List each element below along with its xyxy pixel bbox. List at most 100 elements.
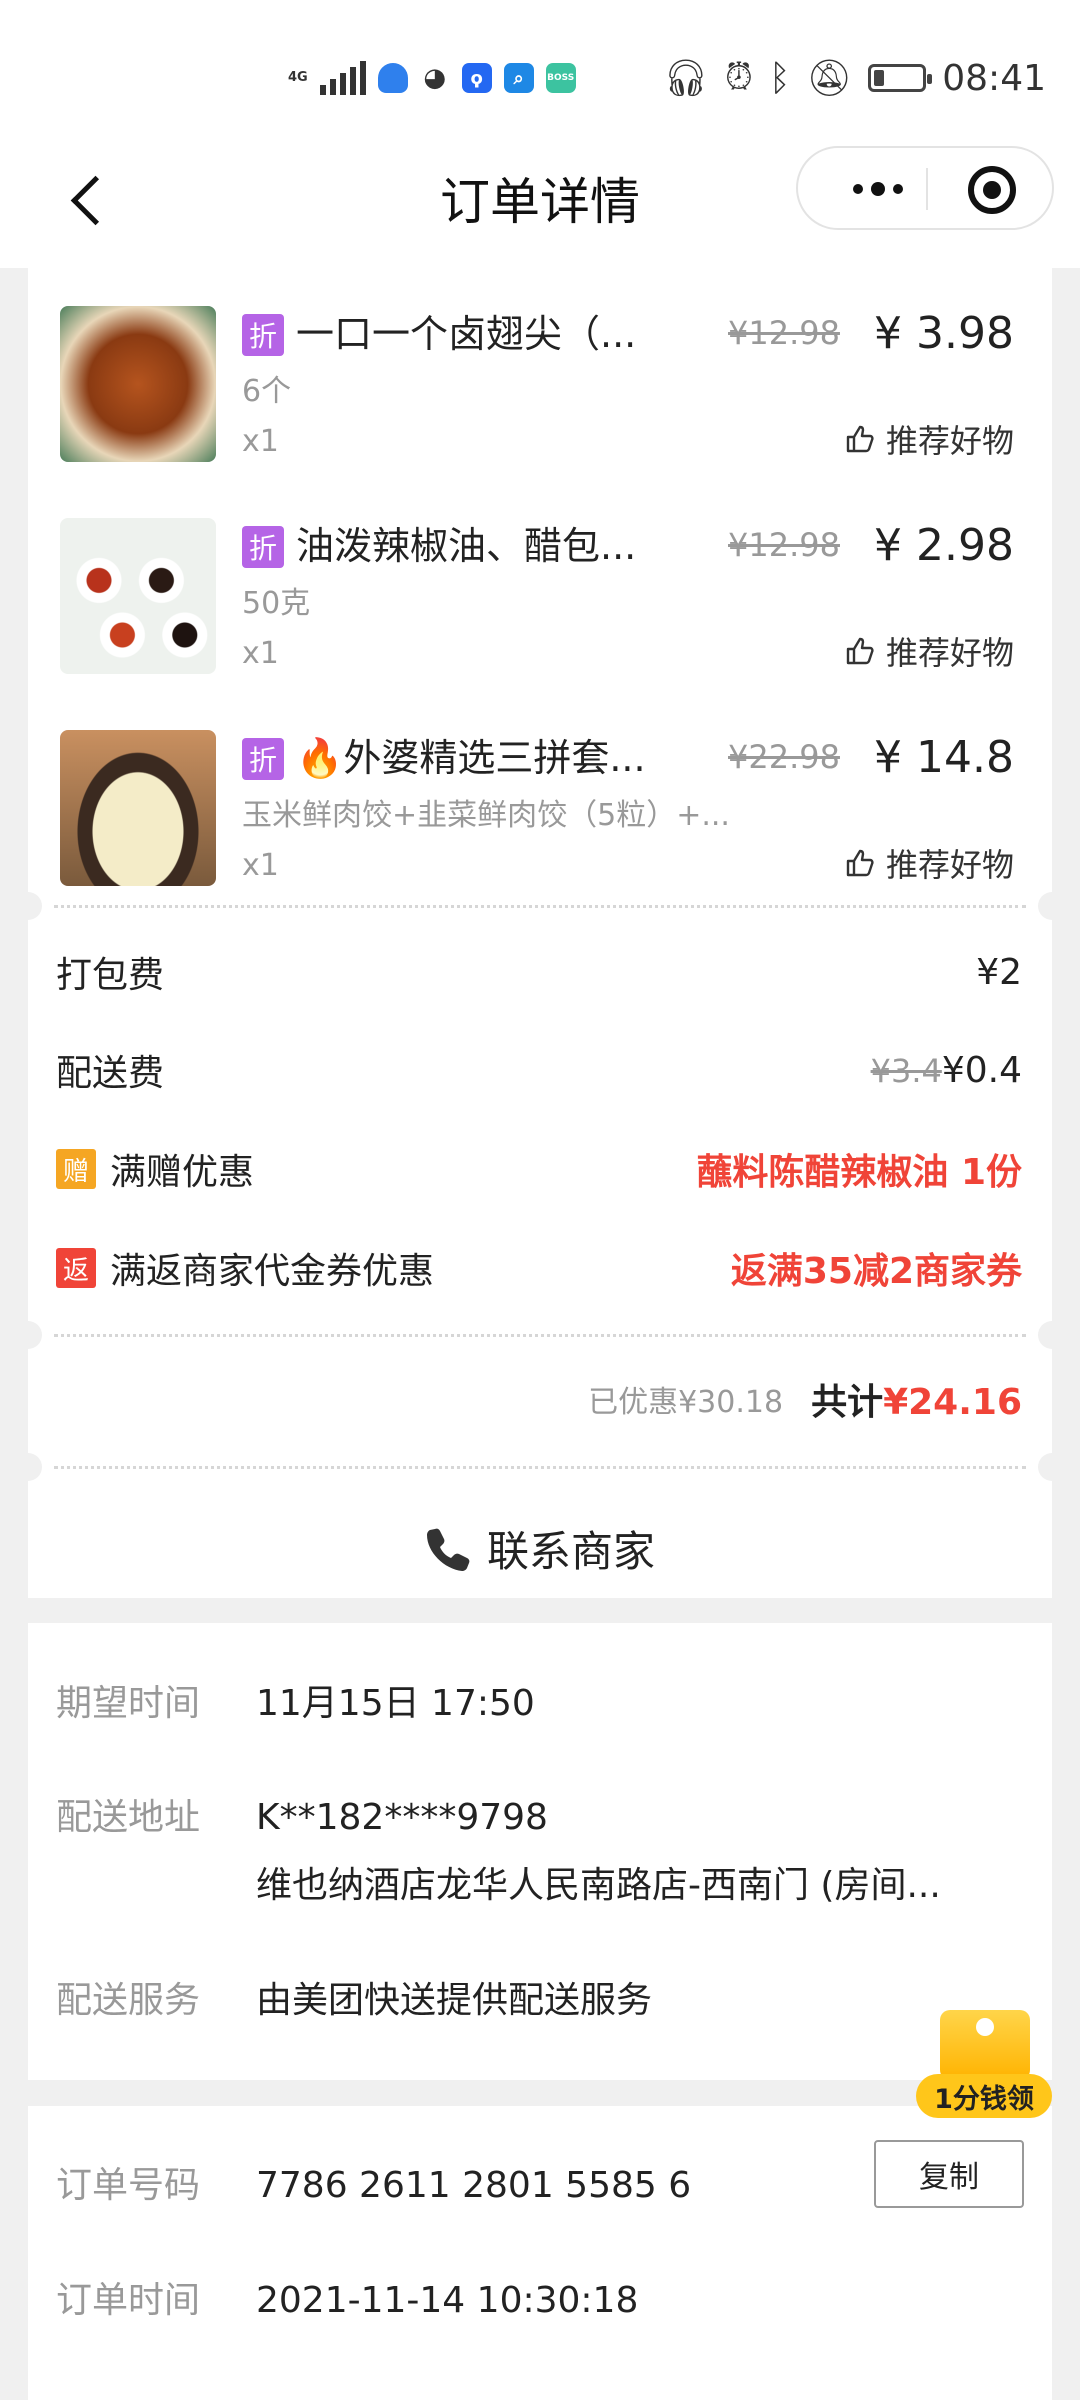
saved-amount: 已优惠¥30.18 — [588, 1385, 784, 1420]
item-image — [60, 730, 216, 886]
address-contact: K**182****9798 — [256, 1797, 548, 1838]
gift-badge: 赠 — [56, 1149, 96, 1189]
item-original-price: ¥22.98 — [728, 738, 840, 776]
item-quantity: x1 — [242, 636, 279, 671]
item-spec: 6个 — [242, 374, 292, 409]
item-name: 油泼辣椒油、醋包... — [296, 524, 637, 568]
mute-icon: 🔕︎ — [806, 58, 853, 99]
thumbs-up-icon — [846, 637, 874, 665]
order-number-label: 订单号码 — [56, 2165, 201, 2206]
bulb-icon: ϙ — [461, 63, 492, 93]
delivery-service-value: 由美团快送提供配送服务 — [256, 1980, 653, 2021]
recommend-label: 推荐好物 — [885, 846, 1014, 884]
delivery-info-card: 期望时间 11月15日 17:50 配送地址 K**182****9798 维也… — [28, 1623, 1052, 2080]
gift-promo-value: 蘸料陈醋辣椒油 1份 — [696, 1152, 1022, 1193]
total-label: 共计 — [811, 1382, 884, 1423]
thumbs-up-icon — [846, 849, 874, 877]
phone-icon — [426, 1528, 470, 1571]
item-spec: 50克 — [242, 586, 311, 621]
discount-badge: 折 — [242, 738, 284, 780]
expected-time-label: 期望时间 — [56, 1683, 201, 1724]
order-item[interactable]: 折 🔥外婆精选三拼套... ¥22.98 ¥ 14.8 玉米鲜肉饺+韭菜鲜肉饺（… — [28, 730, 1052, 930]
order-total: 已优惠¥30.18 共计¥24.16 — [588, 1373, 1022, 1425]
return-promo-row: 返满返商家代金券优惠 返满35减2商家券 — [56, 1238, 1022, 1298]
alarm-icon: ⏰︎ — [724, 57, 753, 98]
status-left-icons: 4G ◕ ϙ ⌕ BOSS — [288, 58, 576, 98]
item-price: ¥ 2.98 — [874, 520, 1014, 571]
address-label: 配送地址 — [56, 1797, 201, 1838]
status-time: 08:41 — [942, 57, 1046, 99]
headphones-icon: 🎧︎ — [663, 58, 709, 99]
order-time-value: 2021-11-14 10:30:18 — [256, 2280, 639, 2321]
order-info-card: 订单号码 7786 2611 2801 5585 6 复制 订单时间 2021-… — [28, 2106, 1052, 2400]
recommend-button[interactable]: 推荐好物 — [844, 628, 1014, 674]
return-promo-value: 返满35减2商家券 — [730, 1251, 1022, 1292]
contact-merchant-label: 联系商家 — [486, 1526, 655, 1576]
item-image — [60, 518, 216, 674]
close-miniprogram-button[interactable] — [968, 166, 1016, 214]
ticket-notch — [1038, 1453, 1066, 1481]
more-button[interactable] — [828, 172, 928, 206]
divider — [54, 905, 1026, 908]
gift-box-icon — [940, 2010, 1030, 2080]
delivery-fee-label: 配送费 — [56, 1053, 165, 1094]
item-price: ¥ 14.8 — [874, 732, 1014, 783]
item-original-price: ¥12.98 — [728, 526, 840, 564]
contact-merchant-button[interactable]: 联系商家 — [28, 1513, 1052, 1583]
packing-fee-value: ¥2 — [976, 951, 1022, 993]
address-detail: 维也纳酒店龙华人民南路店-西南门 (房间... — [256, 1865, 941, 1906]
delivery-fee-original: ¥3.4 — [870, 1051, 942, 1090]
delivery-fee-amount: ¥3.4¥0.4 — [871, 1050, 1022, 1091]
recommend-label: 推荐好物 — [885, 422, 1014, 460]
signal-icon — [319, 61, 366, 95]
gift-promo-row: 赠满赠优惠 蘸料陈醋辣椒油 1份 — [56, 1139, 1022, 1199]
bluetooth-icon: ᛒ — [768, 57, 791, 99]
promo-float-button[interactable]: 1分钱领 — [910, 2006, 1058, 2124]
thumbs-up-icon — [846, 425, 874, 453]
ticket-notch — [14, 1453, 42, 1481]
boss-app-icon: BOSS — [545, 63, 576, 93]
ticket-notch — [14, 892, 42, 920]
item-price: ¥ 3.98 — [874, 308, 1014, 359]
battery-icon — [868, 64, 933, 92]
return-promo-label: 满返商家代金券优惠 — [110, 1251, 435, 1292]
order-item[interactable]: 折 油泼辣椒油、醋包... ¥12.98 ¥ 2.98 50克 x1 推荐好物 — [28, 518, 1052, 718]
item-name: 一口一个卤翅尖（... — [296, 312, 637, 356]
search-app-icon: ⌕ — [503, 63, 534, 93]
recommend-button[interactable]: 推荐好物 — [844, 840, 1014, 886]
divider — [54, 1334, 1026, 1337]
capsule-divider — [926, 168, 928, 210]
copy-button[interactable]: 复制 — [874, 2140, 1024, 2208]
delivery-service-label: 配送服务 — [56, 1980, 201, 2021]
item-original-price: ¥12.98 — [728, 314, 840, 352]
network-type: 4G — [288, 70, 308, 85]
ticket-notch — [1038, 1321, 1066, 1349]
gift-promo-label: 满赠优惠 — [110, 1152, 255, 1193]
status-right-icons: 🎧︎ ⏰︎ ᛒ 🔕︎ 08:41 — [663, 56, 1046, 100]
wechat-icon: ◕ — [419, 63, 450, 93]
ticket-notch — [1038, 892, 1066, 920]
expected-time-value: 11月15日 17:50 — [256, 1683, 535, 1724]
promo-label: 1分钱领 — [916, 2074, 1052, 2118]
packing-fee-row: 打包费 ¥2 — [56, 942, 1022, 1002]
item-quantity: x1 — [242, 424, 279, 459]
discount-badge: 折 — [242, 314, 284, 356]
return-badge: 返 — [56, 1248, 96, 1288]
delivery-fee-row: 配送费 ¥3.4¥0.4 — [56, 1040, 1022, 1100]
packing-fee-label: 打包费 — [56, 955, 165, 996]
total-value: ¥24.16 — [883, 1382, 1022, 1423]
item-quantity: x1 — [242, 848, 279, 883]
item-spec: 玉米鲜肉饺+韭菜鲜肉饺（5粒）+... — [242, 798, 730, 833]
recommend-label: 推荐好物 — [885, 634, 1014, 672]
status-bar: 4G ◕ ϙ ⌕ BOSS 🎧︎ ⏰︎ ᛒ 🔕︎ 08:41 — [0, 0, 1080, 150]
discount-badge: 折 — [242, 526, 284, 568]
recommend-button[interactable]: 推荐好物 — [844, 416, 1014, 462]
miniprogram-capsule — [796, 146, 1054, 230]
order-item[interactable]: 折 一口一个卤翅尖（... ¥12.98 ¥ 3.98 6个 x1 推荐好物 — [28, 306, 1052, 506]
item-name: 🔥外婆精选三拼套... — [296, 736, 646, 780]
nav-bar: 订单详情 — [0, 146, 1080, 268]
divider — [54, 1466, 1026, 1469]
order-time-label: 订单时间 — [56, 2280, 201, 2321]
delivery-fee-value: ¥0.4 — [941, 1049, 1022, 1091]
ticket-notch — [14, 1321, 42, 1349]
